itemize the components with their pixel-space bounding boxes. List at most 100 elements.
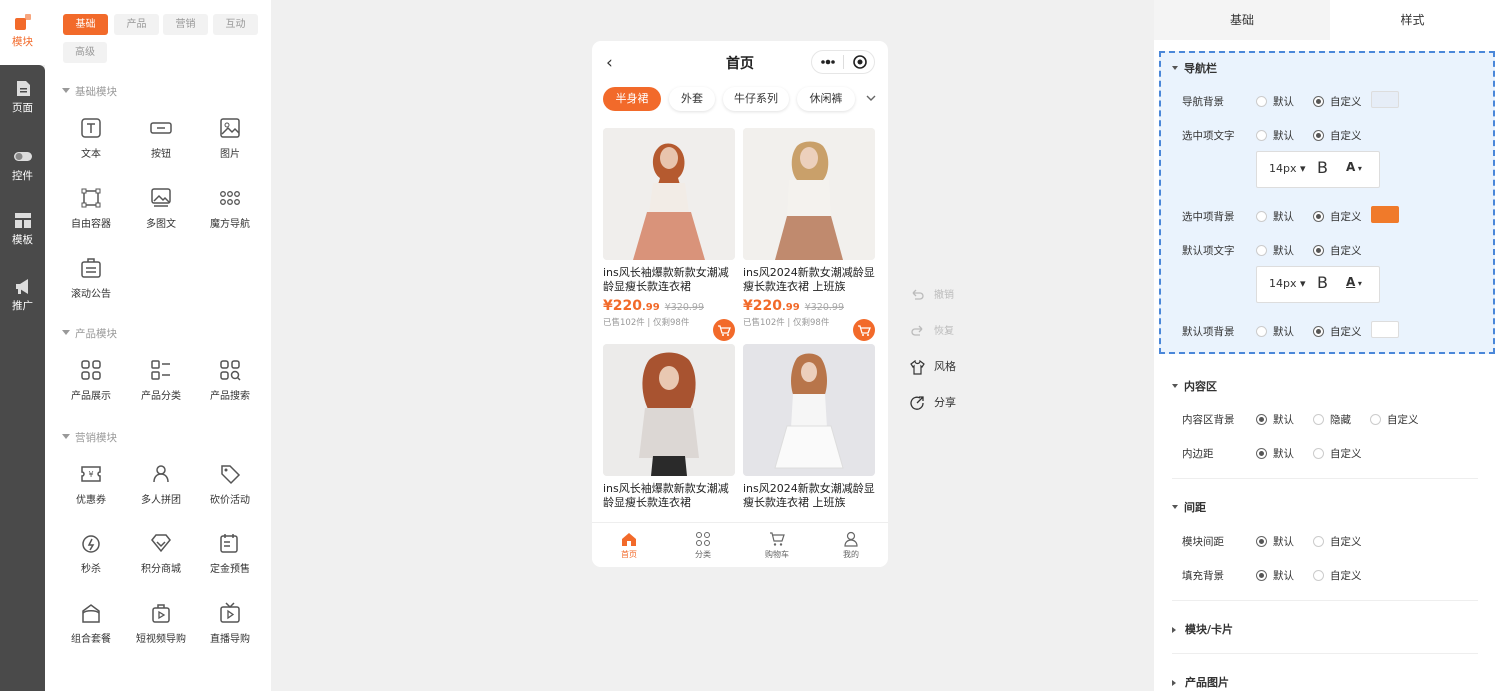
chevron-down-icon[interactable] <box>865 93 877 103</box>
row-label: 内边距 <box>1182 448 1214 460</box>
rail-item-widget[interactable]: 控件 <box>0 148 45 183</box>
radio-default[interactable]: 默认 <box>1256 209 1294 224</box>
module-cube-nav[interactable]: 魔方导航 <box>195 187 265 230</box>
style-button[interactable]: 风格 <box>910 358 956 375</box>
radio-custom[interactable]: 自定义 <box>1313 534 1362 549</box>
mini-program-capsule[interactable] <box>811 50 875 74</box>
radio-custom[interactable]: 自定义 <box>1313 128 1362 143</box>
chip-skirt[interactable]: 半身裙 <box>603 87 661 111</box>
tab-category[interactable]: 分类 <box>666 531 740 560</box>
module-points-mall[interactable]: 积分商城 <box>126 532 196 575</box>
module-image[interactable]: 图片 <box>195 117 265 160</box>
color-swatch[interactable] <box>1371 206 1399 223</box>
module-free-container[interactable]: 自由容器 <box>56 187 126 230</box>
module-deposit-presale[interactable]: 定金预售 <box>195 532 265 575</box>
color-swatch[interactable] <box>1371 321 1399 338</box>
radio-default[interactable]: 默认 <box>1256 412 1294 427</box>
module-live[interactable]: 直播导购 <box>195 602 265 645</box>
radio-hide[interactable]: 隐藏 <box>1313 412 1351 427</box>
add-to-cart-button[interactable] <box>713 319 735 341</box>
section-product-image[interactable]: 产品图片 <box>1172 674 1229 690</box>
section-marketing-modules[interactable]: 营销模块 <box>62 430 117 445</box>
gallery-icon <box>151 188 171 207</box>
bold-button[interactable]: B <box>1317 158 1328 177</box>
product-image <box>743 128 875 260</box>
radio-custom[interactable]: 自定义 <box>1313 568 1362 583</box>
module-coupon[interactable]: ¥ 优惠券 <box>56 463 126 506</box>
radio-default[interactable]: 默认 <box>1256 324 1294 339</box>
section-module-card[interactable]: 模块/卡片 <box>1172 621 1233 637</box>
section-basic-modules[interactable]: 基础模块 <box>62 84 117 99</box>
module-label: 砍价活动 <box>210 495 250 506</box>
tv-icon <box>220 602 240 623</box>
radio-default[interactable]: 默认 <box>1256 94 1294 109</box>
text-color-button[interactable]: A ▾ <box>1346 160 1362 174</box>
tab-style-settings[interactable]: 样式 <box>1330 0 1495 40</box>
radio-custom[interactable]: 自定义 <box>1313 209 1362 224</box>
radio-default[interactable]: 默认 <box>1256 568 1294 583</box>
radio-default[interactable]: 默认 <box>1256 243 1294 258</box>
rail-item-page[interactable]: 页面 <box>0 80 45 115</box>
tab-basic-settings[interactable]: 基础 <box>1154 0 1330 40</box>
module-button[interactable]: 按钮 <box>126 117 196 160</box>
chip-coat[interactable]: 外套 <box>669 87 715 111</box>
notice-icon <box>81 258 101 278</box>
radio-custom[interactable]: 自定义 <box>1313 243 1362 258</box>
radio-custom[interactable]: 自定义 <box>1313 94 1362 109</box>
rail-item-module[interactable]: 模块 <box>0 14 45 49</box>
font-size-select[interactable]: 14px ▾ <box>1269 277 1306 290</box>
section-spacing[interactable]: 间距 <box>1172 499 1206 515</box>
module-palette: 基础 产品 营销 互动 高级 基础模块 文本 按钮 图片 自由容器 多图文 魔方… <box>45 0 271 691</box>
module-group-buy[interactable]: 多人拼团 <box>126 463 196 506</box>
product-card[interactable]: ins风2024新款女潮减龄显瘦长款连衣裙 上班族 ¥220.99 ¥320.99… <box>743 128 875 341</box>
section-nav-bar[interactable]: 导航栏 <box>1172 60 1217 76</box>
module-multi-image-text[interactable]: 多图文 <box>126 187 196 230</box>
module-short-video[interactable]: 短视频导购 <box>126 602 196 645</box>
tab-cart[interactable]: 购物车 <box>740 531 814 560</box>
radio-default[interactable]: 默认 <box>1256 128 1294 143</box>
font-style-box: 14px ▾ B A ▾ <box>1256 266 1380 303</box>
module-bargain[interactable]: 砍价活动 <box>195 463 265 506</box>
rail-item-promote[interactable]: 推广 <box>0 278 45 313</box>
module-combo[interactable]: 组合套餐 <box>56 602 126 645</box>
tab-interaction[interactable]: 互动 <box>213 14 258 35</box>
add-to-cart-button[interactable] <box>853 319 875 341</box>
module-product-category[interactable]: 产品分类 <box>126 359 196 402</box>
radio-default[interactable]: 默认 <box>1256 446 1294 461</box>
tab-product[interactable]: 产品 <box>114 14 159 35</box>
text-color-button[interactable]: A ▾ <box>1346 275 1362 289</box>
tab-mine[interactable]: 我的 <box>814 531 888 560</box>
tab-home[interactable]: 首页 <box>592 531 666 560</box>
section-content-area[interactable]: 内容区 <box>1172 378 1217 394</box>
radio-custom[interactable]: 自定义 <box>1313 446 1362 461</box>
section-product-modules[interactable]: 产品模块 <box>62 326 117 341</box>
video-bag-icon <box>152 604 170 623</box>
home-icon <box>622 533 636 546</box>
module-text[interactable]: 文本 <box>56 117 126 160</box>
bold-button[interactable]: B <box>1317 273 1328 292</box>
color-swatch[interactable] <box>1371 91 1399 108</box>
phone-preview[interactable]: ‹ 首页 半身裙 外套 牛仔系列 休闲裤 ins风长袖爆款新款女潮减龄显瘦长款连… <box>592 41 888 567</box>
original-price: ¥320.99 <box>804 302 844 313</box>
product-card[interactable]: ins风长袖爆款新款女潮减龄显瘦长款连衣裙 <box>603 344 735 510</box>
radio-default[interactable]: 默认 <box>1256 534 1294 549</box>
chip-denim[interactable]: 牛仔系列 <box>723 87 789 111</box>
module-flash-sale[interactable]: 秒杀 <box>56 532 126 575</box>
font-size-select[interactable]: 14px ▾ <box>1269 162 1306 175</box>
rail-item-template[interactable]: 模板 <box>0 212 45 247</box>
radio-custom[interactable]: 自定义 <box>1370 412 1419 427</box>
redo-button[interactable]: 恢复 <box>910 322 954 339</box>
product-card[interactable]: ins风长袖爆款新款女潮减龄显瘦长款连衣裙 ¥220.99 ¥320.99 已售1… <box>603 128 735 341</box>
chip-casual-pants[interactable]: 休闲裤 <box>797 87 855 111</box>
container-icon <box>81 188 101 208</box>
undo-button[interactable]: 撤销 <box>910 286 954 303</box>
radio-custom[interactable]: 自定义 <box>1313 324 1362 339</box>
share-button[interactable]: 分享 <box>910 394 956 411</box>
tab-marketing[interactable]: 营销 <box>163 14 208 35</box>
tab-advanced[interactable]: 高级 <box>63 42 107 63</box>
module-scroll-notice[interactable]: 滚动公告 <box>56 257 126 300</box>
module-product-display[interactable]: 产品展示 <box>56 359 126 402</box>
tab-basic[interactable]: 基础 <box>63 14 108 35</box>
product-card[interactable]: ins风2024新款女潮减龄显瘦长款连衣裙 上班族 <box>743 344 875 510</box>
module-product-search[interactable]: 产品搜索 <box>195 359 265 402</box>
